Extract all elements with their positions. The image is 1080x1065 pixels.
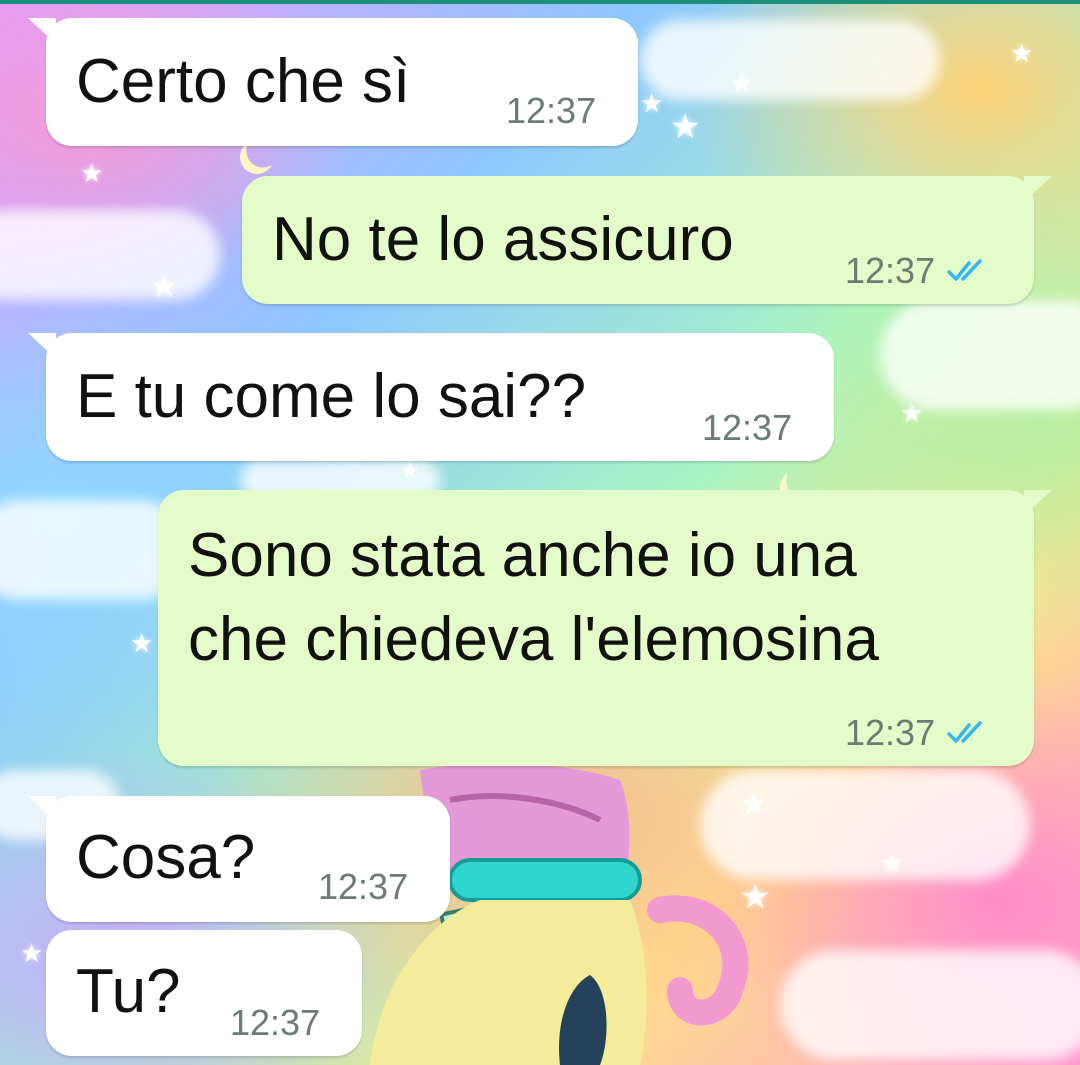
- top-edge-strip: [0, 0, 1080, 4]
- message-timestamp: 12:37: [845, 250, 936, 291]
- star-icon: ★: [400, 458, 420, 483]
- bubble-tail: [1024, 176, 1052, 202]
- star-icon: ★: [150, 268, 179, 304]
- message-bubble-outgoing[interactable]: No te lo assicuro 12:37: [242, 176, 1052, 304]
- double-check-icon: [947, 721, 982, 743]
- message-text: No te lo assicuro: [272, 205, 734, 274]
- star-icon: ★: [880, 848, 904, 878]
- message-text-line: che chiedeva l'elemosina: [188, 605, 879, 674]
- message-text: Certo che sì: [76, 47, 411, 116]
- message-timestamp: 12:37: [845, 712, 936, 753]
- message-text: Tu?: [76, 957, 181, 1026]
- star-icon: ★: [20, 938, 44, 968]
- message-text: E tu come lo sai??: [76, 362, 587, 431]
- star-icon: ★: [640, 88, 664, 118]
- bubble-tail: [1024, 490, 1052, 516]
- star-icon: ★: [130, 628, 154, 658]
- bubble-tail: [28, 796, 56, 822]
- double-check-icon: [947, 259, 982, 281]
- wallpaper-cloud: [780, 950, 1080, 1060]
- message-bubble-incoming[interactable]: Cosa? 12:37: [28, 796, 450, 922]
- star-icon: ★: [900, 398, 924, 428]
- wallpaper-cloud: [0, 210, 220, 300]
- message-timestamp: 12:37: [702, 407, 793, 448]
- wallpaper-cloud: [880, 300, 1080, 410]
- message-timestamp: 12:37: [506, 90, 597, 131]
- star-icon: ★: [730, 68, 754, 98]
- message-bubble-outgoing[interactable]: Sono stata anche io una che chiedeva l'e…: [158, 490, 1052, 766]
- star-icon: ★: [80, 158, 104, 188]
- star-icon: ★: [1010, 38, 1034, 68]
- message-timestamp: 12:37: [318, 866, 409, 907]
- message-bubble-incoming[interactable]: Certo che sì 12:37: [28, 18, 638, 146]
- message-meta: 12:37: [845, 250, 989, 292]
- bubble-tail: [28, 18, 56, 44]
- bubble-tail: [28, 333, 56, 359]
- message-text: Cosa?: [76, 823, 256, 892]
- message-meta: 12:37: [845, 712, 989, 754]
- star-icon: ★: [670, 108, 701, 146]
- message-bubble-incoming[interactable]: E tu come lo sai?? 12:37: [28, 333, 834, 461]
- wallpaper-cloud: [640, 20, 940, 100]
- message-timestamp: 12:37: [230, 1002, 321, 1043]
- message-text-line: Sono stata anche io una: [188, 521, 857, 590]
- message-bubble-incoming[interactable]: Tu? 12:37: [46, 930, 362, 1056]
